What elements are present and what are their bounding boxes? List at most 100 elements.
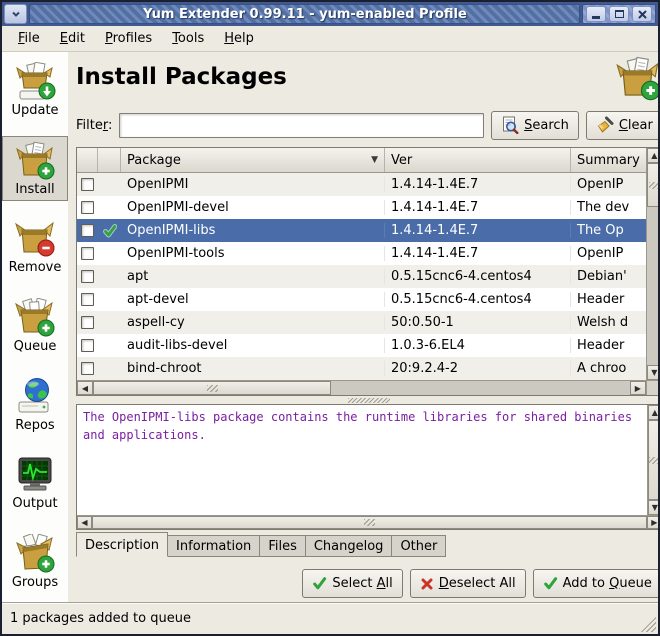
tab-information[interactable]: Information <box>168 535 260 557</box>
titlebar[interactable]: Yum Extender 0.99.11 - yum-enabled Profi… <box>2 2 658 26</box>
tab-other[interactable]: Other <box>392 535 446 557</box>
install-page-icon <box>613 56 660 102</box>
sidebar-item-remove[interactable]: Remove <box>2 214 68 279</box>
sidebar-item-queue[interactable]: Queue <box>2 293 68 358</box>
tab-changelog[interactable]: Changelog <box>306 535 393 557</box>
sidebar-label-repos: Repos <box>15 418 54 433</box>
scroll-left-icon[interactable]: ◀ <box>77 516 92 529</box>
table-row-selected[interactable]: OpenIPMI-libs 1.4.14-1.4E.7 The Op <box>77 219 646 242</box>
description-text[interactable]: The OpenIPMI-libs package contains the r… <box>77 405 647 515</box>
chevron-down-icon <box>9 7 23 21</box>
deselect-all-label: Deselect All <box>439 576 516 591</box>
row-checkbox[interactable] <box>81 224 94 237</box>
scrollbar-corner <box>646 381 660 395</box>
column-header-summary[interactable]: Summary <box>571 148 646 172</box>
menu-edit[interactable]: Edit <box>50 27 95 50</box>
sidebar-item-install[interactable]: Install <box>2 136 68 201</box>
titlebar-stripes[interactable] <box>29 4 580 24</box>
output-monitor-icon <box>14 455 56 495</box>
row-checkbox[interactable] <box>81 339 94 352</box>
table-row[interactable]: OpenIPMI 1.4.14-1.4E.7 OpenIP <box>77 173 646 196</box>
horizontal-scroll-thumb[interactable] <box>93 381 331 395</box>
scroll-down-icon[interactable]: ▼ <box>648 500 660 515</box>
column-header-status[interactable] <box>98 148 121 172</box>
scroll-track[interactable] <box>647 207 660 365</box>
scroll-right-icon[interactable]: ▶ <box>630 381 646 395</box>
sort-descending-icon: ▼ <box>371 155 378 165</box>
queued-check-icon <box>103 224 117 238</box>
table-row[interactable]: audit-libs-devel 1.0.3-6.EL4 Header <box>77 334 646 357</box>
column-header-package[interactable]: Package ▼ <box>121 148 385 172</box>
maximize-button[interactable] <box>609 6 629 22</box>
scroll-up-icon[interactable]: ▲ <box>647 148 660 163</box>
menu-help[interactable]: Help <box>214 27 264 50</box>
search-button[interactable]: Search <box>491 111 579 140</box>
description-horizontal-scrollbar[interactable]: ◀ ▶ <box>77 515 660 529</box>
sidebar-label-update: Update <box>11 103 58 118</box>
table-body: OpenIPMI 1.4.14-1.4E.7 OpenIP OpenIPMI-d… <box>77 173 646 380</box>
row-checkbox[interactable] <box>81 201 94 214</box>
menu-tools[interactable]: Tools <box>162 27 214 50</box>
row-checkbox[interactable] <box>81 247 94 260</box>
sidebar-label-remove: Remove <box>9 260 62 275</box>
row-checkbox[interactable] <box>81 362 94 375</box>
search-icon <box>501 116 519 134</box>
sidebar-item-repos[interactable]: Repos <box>2 372 68 437</box>
close-button[interactable] <box>632 6 652 22</box>
description-vertical-scrollbar[interactable]: ▲ ▼ <box>647 405 660 515</box>
pane-resize-handle[interactable] <box>76 396 660 404</box>
vertical-scroll-thumb[interactable] <box>647 163 660 207</box>
scroll-right-icon[interactable]: ▶ <box>647 516 660 529</box>
table-vertical-scrollbar[interactable]: ▲ ▼ <box>646 148 660 380</box>
table-row[interactable]: OpenIPMI-tools 1.4.14-1.4E.7 OpenIP <box>77 242 646 265</box>
sidebar-label-install: Install <box>15 182 54 197</box>
table-row[interactable]: aspell-cy 50:0.50-1 Welsh d <box>77 311 646 334</box>
detail-tabs: Description Information Files Changelog … <box>76 532 660 557</box>
row-checkbox[interactable] <box>81 316 94 329</box>
tab-files[interactable]: Files <box>260 535 306 557</box>
add-to-queue-button[interactable]: Add to Queue <box>533 569 660 598</box>
description-panel: The OpenIPMI-libs package contains the r… <box>76 404 660 530</box>
scroll-track[interactable] <box>331 381 630 395</box>
menu-profiles[interactable]: Profiles <box>95 27 162 50</box>
window-menu-button[interactable] <box>4 4 27 24</box>
window-controls <box>582 4 656 24</box>
sidebar-item-output[interactable]: Output <box>2 450 68 515</box>
table-row[interactable]: apt 0.5.15cnc6-4.centos4 Debian' <box>77 265 646 288</box>
sidebar-item-groups[interactable]: Groups <box>2 529 68 594</box>
sidebar-label-groups: Groups <box>12 575 58 590</box>
minimize-icon <box>592 16 600 19</box>
table-header: Package ▼ Ver Summary <box>77 148 646 173</box>
table-horizontal-scrollbar[interactable]: ◀ ▶ <box>77 381 646 395</box>
filter-input[interactable] <box>119 113 484 138</box>
select-all-button[interactable]: Select All <box>302 569 402 598</box>
tab-description[interactable]: Description <box>76 532 168 557</box>
horizontal-scroll-thumb[interactable] <box>92 516 647 529</box>
package-table: Package ▼ Ver Summary <box>76 147 660 396</box>
row-checkbox[interactable] <box>81 270 94 283</box>
scroll-down-icon[interactable]: ▼ <box>647 365 660 380</box>
scroll-left-icon[interactable]: ◀ <box>77 381 93 395</box>
sidebar-label-output: Output <box>12 496 57 511</box>
install-packages-icon <box>14 141 56 181</box>
column-header-ver[interactable]: Ver <box>385 148 571 172</box>
sidebar-item-update[interactable]: Update <box>2 57 68 122</box>
add-to-queue-label: Add to Queue <box>563 576 652 591</box>
vertical-scroll-thumb[interactable] <box>648 420 660 500</box>
table-row[interactable]: apt-devel 0.5.15cnc6-4.centos4 Header <box>77 288 646 311</box>
minimize-button[interactable] <box>586 6 606 22</box>
scroll-up-icon[interactable]: ▲ <box>648 405 660 420</box>
row-checkbox[interactable] <box>81 293 94 306</box>
row-checkbox[interactable] <box>81 178 94 191</box>
statusbar-text: 1 packages added to queue <box>10 611 191 626</box>
red-x-icon <box>420 577 434 591</box>
table-row[interactable]: bind-chroot 20:9.2.4-2 A chroo <box>77 357 646 380</box>
column-header-checkbox[interactable] <box>77 148 98 172</box>
action-buttons: Select All Deselect All Add to Queue <box>76 569 660 598</box>
deselect-all-button[interactable]: Deselect All <box>410 569 526 598</box>
table-row[interactable]: OpenIPMI-devel 1.4.14-1.4E.7 The dev <box>77 196 646 219</box>
groups-packages-icon <box>14 534 56 574</box>
statusbar: 1 packages added to queue <box>2 602 658 634</box>
menu-file[interactable]: File <box>8 27 50 50</box>
clear-button[interactable]: Clear <box>586 111 660 140</box>
